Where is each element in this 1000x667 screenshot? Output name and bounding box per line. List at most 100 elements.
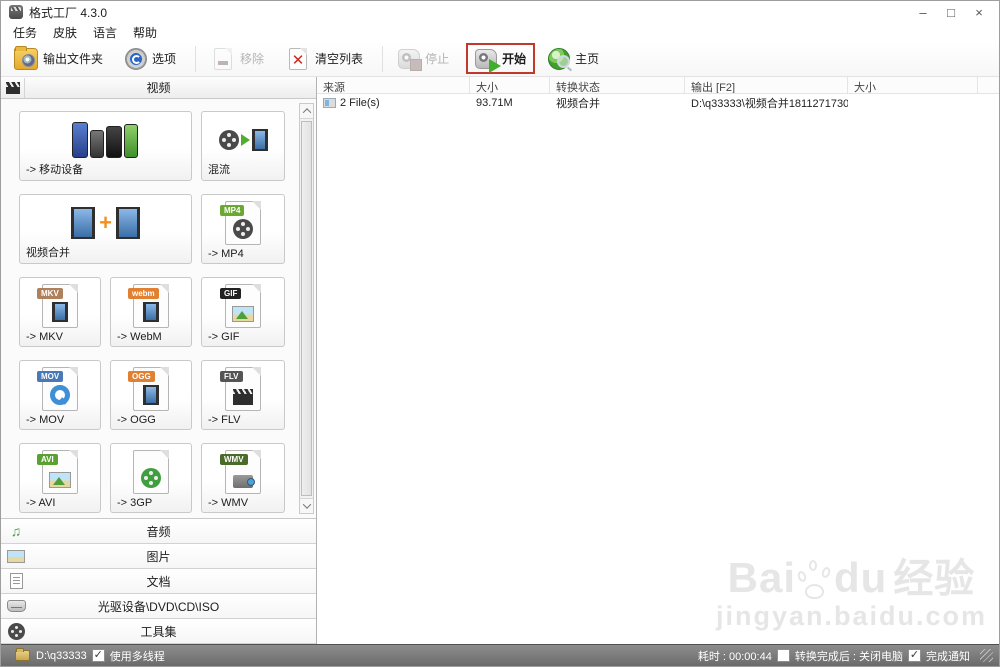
to-mov-icon: MOV [37, 367, 78, 411]
shutdown-label: 转换完成后 : 关闭电脑 [794, 650, 903, 663]
watermark-brand-prefix: Bai [727, 554, 796, 601]
remove-button: 移除 [206, 45, 269, 73]
card-to-mp4[interactable]: MP4 -> MP4 [201, 194, 285, 264]
paw-icon [796, 559, 833, 599]
card-label: -> MP4 [208, 248, 244, 260]
section-toolset[interactable]: 工具集 [1, 619, 316, 644]
menu-item-language[interactable]: 语言 [93, 24, 117, 41]
globe-icon [548, 47, 571, 70]
watermark-brand-suffix: du [834, 554, 888, 601]
to-flv-icon: FLV [220, 367, 261, 411]
options-label: 选项 [152, 52, 177, 66]
output-folder-label: 输出文件夹 [43, 52, 104, 66]
to-webm-icon: webm [128, 284, 169, 328]
home-button[interactable]: 主页 [543, 45, 604, 73]
column-header-2[interactable]: 转换状态 [550, 77, 685, 93]
card-video-join[interactable]: + 视频合并 [19, 194, 192, 264]
sidebar: 视频 -> 移动设备 混流 + 视频合并 MP4 -> MP4 MKV -> MKV webm -… [1, 77, 317, 644]
elapsed-time: 耗时 : 00:00:44 [697, 650, 772, 663]
shutdown-checkbox[interactable] [776, 649, 790, 662]
clear-list-label: 清空列表 [315, 52, 364, 66]
task-table-body: 2 File(s) 93.71M 视频合并 D:\q33333\视频合并1811271… [317, 94, 999, 111]
card-to-avi[interactable]: AVI -> AVI [19, 443, 101, 513]
column-header-3[interactable]: 输出 [F2] [685, 77, 848, 93]
window-title: 格式工厂 4.3.0 [29, 5, 108, 20]
video-cards-grid: -> 移动设备 混流 + 视频合并 MP4 -> MP4 MKV -> MKV webm -> W… [19, 111, 286, 513]
card-mobile-devices[interactable]: -> 移动设备 [19, 111, 192, 181]
scroll-up-icon[interactable] [300, 104, 313, 119]
card-to-3gp[interactable]: -> 3GP [110, 443, 192, 513]
main-area: 视频 -> 移动设备 混流 + 视频合并 MP4 -> MP4 MKV -> MKV webm -… [1, 77, 999, 644]
scroll-down-icon[interactable] [300, 498, 313, 513]
toolbar: 输出文件夹 选项 移除 清空列表 停止 开始 主页 [1, 41, 999, 77]
section-label: 图片 [146, 549, 171, 564]
stop-button: 停止 [393, 45, 454, 72]
folder-icon [14, 45, 38, 70]
column-header-5[interactable] [978, 77, 999, 93]
card-to-gif[interactable]: GIF -> GIF [201, 277, 285, 347]
multithread-checkbox[interactable] [91, 649, 105, 662]
card-to-mov[interactable]: MOV -> MOV [19, 360, 101, 430]
toolbar-separator [382, 45, 384, 72]
card-to-mkv[interactable]: MKV -> MKV [19, 277, 101, 347]
to-mp4-icon: MP4 [220, 201, 261, 245]
menu-item-tasks[interactable]: 任务 [13, 24, 37, 41]
clear-list-button[interactable]: 清空列表 [281, 45, 368, 73]
output-path[interactable]: D:\q33333 [36, 650, 87, 662]
minimize-button[interactable]: – [909, 2, 937, 22]
card-mux[interactable]: 混流 [201, 111, 285, 181]
start-label: 开始 [502, 52, 527, 66]
card-label: -> GIF [208, 331, 240, 343]
start-icon [475, 49, 502, 73]
start-button[interactable]: 开始 [466, 43, 536, 74]
card-to-wmv[interactable]: WMV -> WMV [201, 443, 285, 513]
sidebar-scrollbar[interactable] [299, 103, 314, 514]
section-picture[interactable]: 图片 [1, 544, 316, 569]
column-header-4[interactable]: 大小 [848, 77, 978, 93]
file-list-icon [323, 97, 336, 108]
video-join-icon: + [71, 207, 140, 239]
scrollbar-thumb[interactable] [301, 121, 312, 496]
stop-icon [398, 49, 423, 71]
output-folder-icon[interactable] [15, 648, 30, 661]
maximize-button[interactable]: □ [937, 2, 965, 22]
section-label: 工具集 [140, 624, 177, 639]
card-to-ogg[interactable]: OGG -> OGG [110, 360, 192, 430]
section-label: 音频 [146, 524, 171, 539]
card-to-flv[interactable]: FLV -> FLV [201, 360, 285, 430]
card-label: 视频合并 [26, 247, 70, 259]
card-label: -> MOV [26, 414, 65, 426]
resize-grip[interactable] [980, 649, 993, 662]
card-label: -> WMV [208, 497, 249, 509]
section-rom-device[interactable]: 光驱设备\DVD\CD\ISO [1, 594, 316, 619]
menu-item-skin[interactable]: 皮肤 [53, 24, 77, 41]
video-cards-area: -> 移动设备 混流 + 视频合并 MP4 -> MP4 MKV -> MKV webm -> W… [1, 99, 316, 518]
table-row[interactable]: 2 File(s) 93.71M 视频合并 D:\q33333\视频合并1811271… [317, 94, 999, 111]
stop-label: 停止 [425, 52, 450, 66]
mobile-devices-icon [71, 122, 140, 158]
app-icon [9, 5, 23, 19]
close-button[interactable]: × [965, 2, 993, 22]
gear-icon [125, 47, 148, 70]
card-label: -> FLV [208, 414, 241, 426]
options-button[interactable]: 选项 [120, 45, 181, 73]
content-area: 来源 大小 转换状态 输出 [F2] 大小 2 File(s) 93.71M 视频合并 D:\… [317, 77, 999, 644]
column-header-1[interactable]: 大小 [470, 77, 550, 93]
section-document[interactable]: 文档 [1, 569, 316, 594]
output-folder-button[interactable]: 输出文件夹 [9, 45, 108, 73]
watermark-url: jingyan.baidu.com [715, 601, 987, 631]
card-label: -> MKV [26, 331, 63, 343]
section-label: 光驱设备\DVD\CD\ISO [97, 599, 220, 614]
menu-item-help[interactable]: 帮助 [133, 24, 157, 41]
to-wmv-icon: WMV [220, 450, 261, 494]
home-label: 主页 [575, 52, 600, 66]
notify-checkbox[interactable] [908, 649, 921, 662]
to-ogg-icon: OGG [128, 367, 169, 411]
page-minus-icon [214, 47, 233, 70]
card-label: -> WebM [117, 331, 162, 343]
card-to-webm[interactable]: webm -> WebM [110, 277, 192, 347]
column-header-0[interactable]: 来源 [317, 77, 470, 93]
category-header-video[interactable]: 视频 [1, 77, 316, 99]
section-audio[interactable]: ♫ 音频 [1, 519, 316, 544]
card-label: -> AVI [26, 497, 56, 509]
